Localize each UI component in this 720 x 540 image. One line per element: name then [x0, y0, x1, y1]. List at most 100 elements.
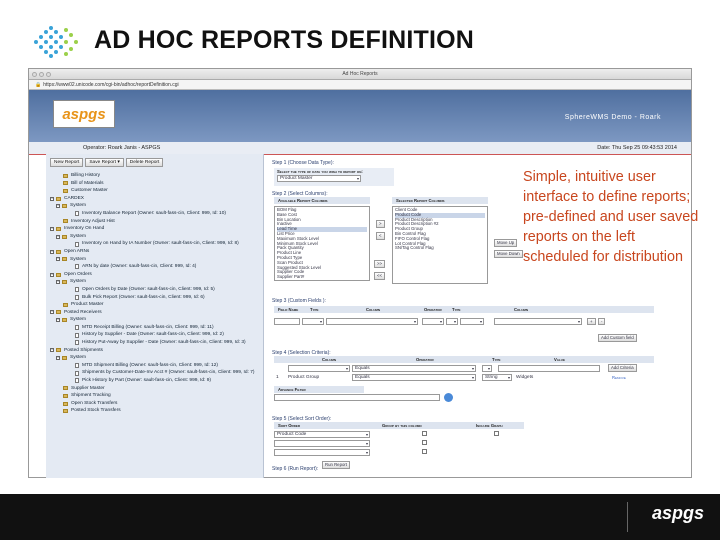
tree-item-label: MTD Receipt Billing (Owner: sault-fass-c…: [82, 324, 214, 330]
tree-item[interactable]: − Posted Receivers: [50, 309, 259, 317]
tree-item[interactable]: MTD Receipt Billing (Owner: sault-fass-c…: [50, 324, 259, 332]
tree-item[interactable]: Shipments by Customer-Date-Inv Acct # (O…: [50, 369, 259, 377]
tree-item[interactable]: Pick History by Part (Owner: sault-fass-…: [50, 377, 259, 385]
run-report-button[interactable]: Run Report: [322, 461, 350, 469]
collapse-toggle-icon[interactable]: −: [56, 204, 60, 209]
tree-item[interactable]: Billing History: [50, 172, 259, 180]
app-logo: aspgs: [53, 100, 115, 128]
criteria-row-type[interactable]: String: [482, 374, 512, 381]
tree-item[interactable]: Open Stock Transfers: [50, 400, 259, 408]
tree-item[interactable]: Product Master: [50, 301, 259, 309]
add-criteria-button[interactable]: Add Criteria: [608, 364, 637, 372]
folder-icon: [62, 280, 67, 285]
report-file-icon: [75, 241, 79, 247]
list-item[interactable]: SN/Tag Control Flag: [395, 246, 485, 251]
list-item[interactable]: Supplier Part#: [277, 274, 367, 280]
tree-item[interactable]: Posted Stock Transfers: [50, 407, 259, 415]
criteria-column-select[interactable]: [288, 365, 350, 372]
sort-select-1[interactable]: Product Code: [274, 431, 370, 438]
tree-item[interactable]: Bulk Pick Report (Owner: sault-fass-cin,…: [50, 294, 259, 302]
tree-item[interactable]: Bill of Materials: [50, 180, 259, 188]
sort-select-2[interactable]: [274, 440, 370, 447]
group-checkbox-2[interactable]: [422, 440, 427, 445]
collapse-toggle-icon[interactable]: −: [56, 280, 60, 285]
collapse-toggle-icon[interactable]: −: [56, 234, 60, 239]
tree-item[interactable]: − Inventory On Hand: [50, 225, 259, 233]
custom-type2-select[interactable]: [446, 318, 458, 325]
tree-item[interactable]: MTD Shipment Billing (Owner: sault-fass-…: [50, 362, 259, 370]
tree-item[interactable]: − CARDEX: [50, 195, 259, 203]
move-up-button[interactable]: Move Up: [494, 239, 518, 247]
tree-item[interactable]: Inventory Balance Report (Owner: sault-f…: [50, 210, 259, 218]
data-type-select[interactable]: Product Master: [277, 175, 361, 182]
custom-field-name-input[interactable]: [274, 318, 300, 325]
graph-checkbox-1[interactable]: [494, 431, 499, 436]
collapse-toggle-icon[interactable]: −: [50, 272, 54, 277]
criteria-operator-select[interactable]: Equals: [352, 365, 476, 372]
report-file-icon: [75, 363, 79, 369]
collapse-toggle-icon[interactable]: −: [50, 348, 54, 353]
lock-icon: 🔒: [35, 82, 42, 88]
criteria-row-column: Product Group: [288, 375, 320, 380]
custom-plus-button[interactable]: +: [587, 318, 596, 325]
tree-item[interactable]: − System: [50, 202, 259, 210]
custom-column-select[interactable]: [326, 318, 418, 325]
remove-all-columns-button[interactable]: <<: [374, 272, 386, 280]
window-controls[interactable]: [32, 72, 51, 77]
collapse-toggle-icon[interactable]: −: [50, 196, 54, 201]
advance-filter-input[interactable]: [274, 394, 440, 401]
sort-select-3[interactable]: [274, 449, 370, 456]
remove-column-button[interactable]: <: [376, 232, 385, 240]
new-report-button[interactable]: New Report: [50, 158, 84, 167]
custom-operator-select[interactable]: [422, 318, 444, 325]
collapse-toggle-icon[interactable]: −: [50, 310, 54, 315]
selected-columns-list[interactable]: Client Code Product Code Product Descripti…: [392, 206, 488, 284]
criteria-value-input[interactable]: [498, 365, 600, 372]
tree-item-label: System: [70, 203, 86, 209]
custom-column2-select[interactable]: [494, 318, 582, 325]
tree-item[interactable]: − Posted Shipments: [50, 347, 259, 355]
custom-type2-header: Type: [452, 307, 461, 312]
tree-item[interactable]: History by Supplier - Date (Owner: sault…: [50, 331, 259, 339]
criteria-type-select[interactable]: [482, 365, 492, 372]
tree-item[interactable]: Inventory Adjust Hist: [50, 218, 259, 226]
criteria-row-operator[interactable]: Equals: [352, 374, 476, 381]
collapse-toggle-icon[interactable]: −: [50, 249, 54, 254]
operator-label: Operator: Roark Janis - ASPGS: [83, 145, 161, 151]
collapse-toggle-icon[interactable]: −: [56, 318, 60, 323]
move-down-button[interactable]: Move Down: [494, 250, 523, 258]
address-bar[interactable]: 🔒 https://www02.unicode.com/cgi-bin/adhoc…: [29, 80, 691, 90]
tree-item[interactable]: − System: [50, 278, 259, 286]
tree-item[interactable]: − Open Orders: [50, 271, 259, 279]
custom-type3-select[interactable]: [460, 318, 484, 325]
collapse-toggle-icon[interactable]: −: [56, 356, 60, 361]
delete-report-button[interactable]: Delete Report: [125, 158, 164, 167]
collapse-toggle-icon[interactable]: −: [56, 257, 60, 262]
tree-item[interactable]: Shipment Tracking: [50, 392, 259, 400]
remove-criteria-link[interactable]: Remove: [612, 375, 626, 380]
tree-item[interactable]: History Put-Away by Supplier - Date (Own…: [50, 339, 259, 347]
tree-item[interactable]: − System: [50, 256, 259, 264]
filter-help-icon[interactable]: [444, 393, 453, 402]
add-custom-field-button[interactable]: Add Custom field: [598, 334, 637, 342]
custom-type-select[interactable]: [302, 318, 324, 325]
tree-item[interactable]: Inventory on Hand by IA Number (Owner: s…: [50, 240, 259, 248]
tree-item[interactable]: Customer Master: [50, 187, 259, 195]
tree-item[interactable]: − System: [50, 233, 259, 241]
add-all-columns-button[interactable]: >>: [374, 260, 386, 268]
collapse-toggle-icon[interactable]: −: [50, 226, 54, 231]
group-checkbox-1[interactable]: [422, 431, 427, 436]
available-columns-list[interactable]: BOM Flag Base Cost Bin Location Inactive Lea…: [274, 206, 370, 281]
slide-title: AD HOC REPORTS DEFINITION: [94, 26, 475, 54]
custom-minus-button[interactable]: -: [598, 318, 606, 325]
tree-item[interactable]: − System: [50, 354, 259, 362]
save-report-button[interactable]: Save Report ▾: [85, 158, 124, 167]
tree-item[interactable]: Supplier Master: [50, 385, 259, 393]
add-column-button[interactable]: >: [376, 220, 385, 228]
report-file-icon: [75, 287, 79, 293]
group-checkbox-3[interactable]: [422, 449, 427, 454]
tree-item[interactable]: − System: [50, 316, 259, 324]
tree-item[interactable]: Open Orders by Date (Owner: sault-fass-c…: [50, 286, 259, 294]
tree-item[interactable]: − Open ARNs: [50, 248, 259, 256]
tree-item[interactable]: ARN by date (Owner: sault-fass-cin, Clie…: [50, 263, 259, 271]
